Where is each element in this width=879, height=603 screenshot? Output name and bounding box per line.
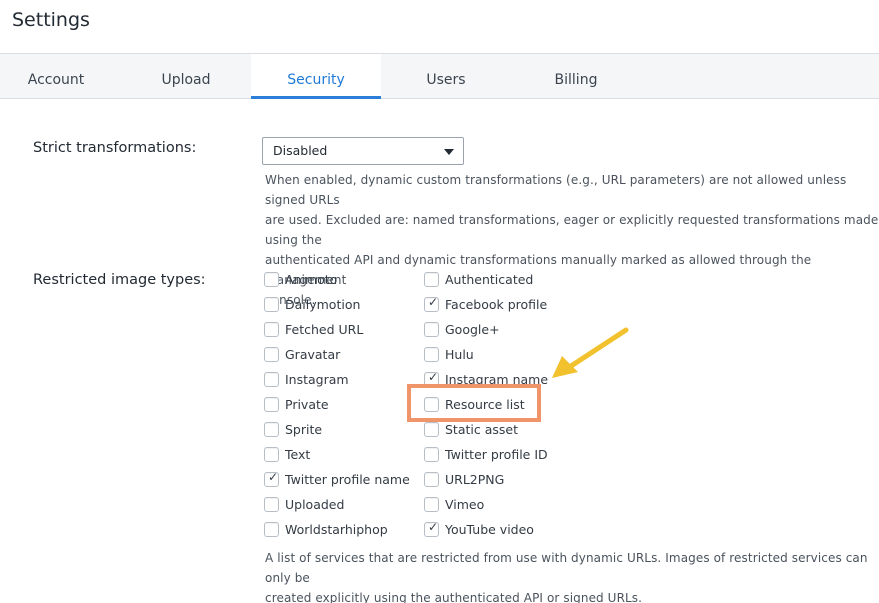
checkbox[interactable] — [264, 521, 279, 537]
checkbox[interactable] — [264, 271, 279, 287]
checkbox-item[interactable]: ✓ Facebook profile — [424, 294, 547, 314]
strict-transformations-label: Strict transformations: — [33, 140, 197, 156]
checkbox-item[interactable]: Private — [264, 394, 329, 414]
checkbox-item[interactable]: Fetched URL — [264, 319, 363, 339]
tab-bar: Account Upload Security Users Billing — [0, 54, 879, 99]
checkbox[interactable] — [264, 321, 279, 337]
checkbox-label: Gravatar — [285, 346, 341, 362]
checkbox-item[interactable]: Twitter profile ID — [424, 444, 548, 464]
arrow-icon — [552, 327, 629, 378]
description-line: created explicitly using the authenticat… — [265, 591, 643, 603]
checkbox[interactable] — [264, 371, 279, 387]
checkbox-label: Static asset — [445, 421, 518, 437]
checkbox-item[interactable]: Uploaded — [264, 494, 344, 514]
description-line: authenticated API and dynamic transforma… — [265, 253, 812, 287]
checkbox-item[interactable]: Static asset — [424, 419, 518, 439]
checkbox-item[interactable]: Worldstarhiphop — [264, 519, 388, 539]
checkbox[interactable]: ✓ — [424, 294, 439, 312]
checkbox-item[interactable]: Dailymotion — [264, 294, 360, 314]
checkbox-label: Google+ — [445, 321, 500, 337]
checkbox-label: YouTube video — [445, 521, 534, 537]
checkbox-item[interactable]: Text — [264, 444, 310, 464]
page-header: Settings — [0, 0, 879, 54]
checkbox-item[interactable]: ✓ Twitter profile name — [264, 469, 410, 489]
checkbox[interactable] — [264, 421, 279, 437]
checkbox-label: Twitter profile ID — [445, 446, 548, 462]
checkbox-item[interactable]: URL2PNG — [424, 469, 504, 489]
checkbox-item[interactable]: Gravatar — [264, 344, 340, 364]
checkbox-label: Uploaded — [285, 496, 345, 512]
check-icon: ✓ — [428, 519, 439, 534]
checkbox-item[interactable]: Sprite — [264, 419, 322, 439]
check-icon: ✓ — [268, 469, 279, 484]
checkbox-label: Facebook profile — [445, 296, 548, 312]
tab-billing[interactable]: Billing — [514, 54, 638, 99]
checkbox-item[interactable]: Vimeo — [424, 494, 484, 514]
checkbox-label: Dailymotion — [285, 296, 361, 312]
tab-security[interactable]: Security — [251, 54, 381, 99]
checkbox[interactable]: ✓ — [264, 469, 279, 487]
strict-transformations-description: When enabled, dynamic custom transformat… — [265, 170, 879, 310]
checkbox-label: Vimeo — [445, 496, 485, 512]
checkbox-label: Text — [285, 446, 311, 462]
checkbox-item[interactable]: Authenticated — [424, 269, 533, 289]
checkbox[interactable] — [424, 446, 439, 462]
checkbox-label: Fetched URL — [285, 321, 364, 337]
checkbox-item[interactable]: Instagram — [264, 369, 349, 389]
check-icon: ✓ — [428, 369, 439, 384]
checkbox[interactable] — [264, 396, 279, 412]
restricted-image-types-label: Restricted image types: — [33, 272, 206, 288]
checkbox-label: Hulu — [445, 346, 474, 362]
checkbox[interactable] — [424, 496, 439, 512]
checkbox[interactable] — [424, 321, 439, 337]
checkbox-label: Instagram — [285, 371, 349, 387]
checkbox[interactable] — [424, 271, 439, 287]
highlight-box — [407, 384, 541, 422]
checkbox-label: URL2PNG — [445, 471, 505, 487]
checkbox-label: Authenticated — [445, 271, 534, 287]
tab-users[interactable]: Users — [386, 54, 506, 99]
checkbox-label: Animoto — [285, 271, 338, 287]
tab-account[interactable]: Account — [0, 54, 112, 99]
description-line: are used. Excluded are: named transforma… — [265, 213, 879, 247]
chevron-down-icon — [444, 149, 454, 155]
checkbox-item[interactable]: Animoto — [264, 269, 337, 289]
page-title: Settings — [12, 9, 90, 31]
checkbox-item[interactable]: ✓ YouTube video — [424, 519, 534, 539]
checkbox-label: Private — [285, 396, 329, 412]
strict-transformations-select[interactable]: Disabled — [262, 137, 464, 165]
check-icon: ✓ — [428, 294, 439, 309]
select-value: Disabled — [273, 143, 328, 158]
checkbox-label: Worldstarhiphop — [285, 521, 388, 537]
checkbox-label: Sprite — [285, 421, 323, 437]
checkbox[interactable] — [264, 496, 279, 512]
checkbox[interactable] — [264, 296, 279, 312]
checkbox[interactable] — [424, 421, 439, 437]
checkbox[interactable] — [424, 471, 439, 487]
description-line: When enabled, dynamic custom transformat… — [265, 173, 847, 207]
checkbox-item[interactable]: Google+ — [424, 319, 500, 339]
checkbox-item[interactable]: Hulu — [424, 344, 474, 364]
checkbox[interactable] — [264, 346, 279, 362]
checkbox[interactable]: ✓ — [424, 519, 439, 537]
restricted-types-description: A list of services that are restricted f… — [265, 548, 879, 603]
description-line: A list of services that are restricted f… — [265, 551, 868, 585]
checkbox[interactable] — [424, 346, 439, 362]
checkbox[interactable] — [264, 446, 279, 462]
tab-upload[interactable]: Upload — [124, 54, 248, 99]
checkbox-label: Twitter profile name — [285, 471, 410, 487]
